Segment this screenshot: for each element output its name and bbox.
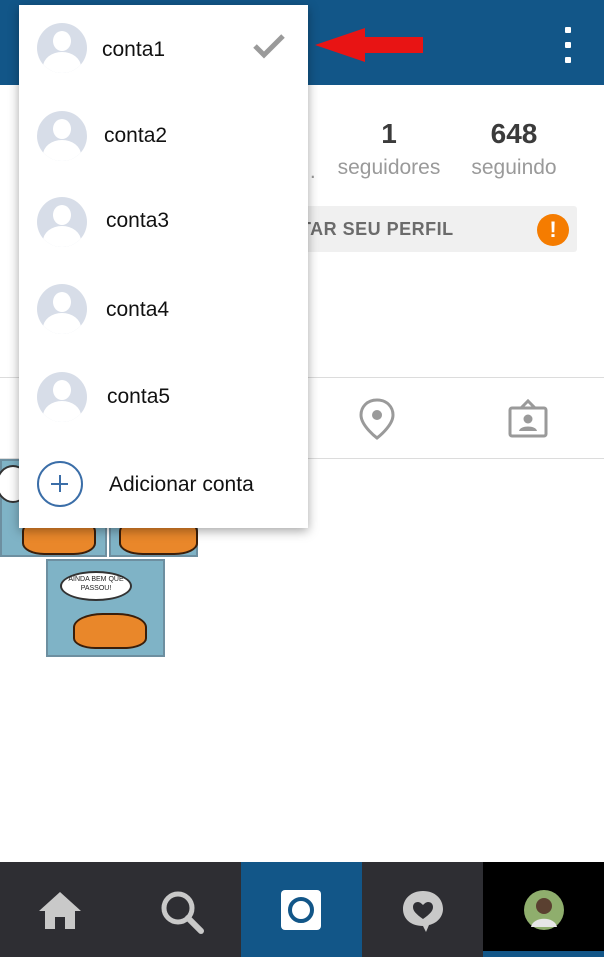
- nav-home[interactable]: [0, 862, 121, 957]
- more-vert-icon[interactable]: [562, 27, 574, 63]
- followers-count: 1: [381, 118, 397, 149]
- nav-camera[interactable]: [241, 862, 362, 957]
- checkmark-icon: [253, 34, 285, 59]
- default-avatar-icon: [37, 111, 87, 161]
- edit-profile-label: TAR SEU PERFIL: [300, 219, 454, 239]
- nav-search[interactable]: [121, 862, 242, 957]
- add-account-label: Adicionar conta: [109, 473, 254, 496]
- home-icon: [39, 892, 81, 929]
- annotation-arrow-icon: [315, 28, 423, 62]
- edit-profile-button[interactable]: TAR SEU PERFIL !: [300, 206, 577, 252]
- account-name: conta4: [106, 298, 170, 321]
- default-avatar-icon: [37, 284, 87, 334]
- account-name: conta2: [104, 124, 168, 147]
- followers-label: seguidores: [337, 156, 441, 179]
- location-pin-icon[interactable]: [358, 398, 396, 440]
- following-label: seguindo: [471, 156, 557, 179]
- followers-stat[interactable]: 1 seguidores: [330, 118, 448, 180]
- account-name: conta1: [102, 38, 166, 61]
- tagged-photos-icon[interactable]: [508, 399, 548, 439]
- add-circle-icon: [37, 461, 83, 507]
- account-name: conta5: [107, 385, 171, 408]
- active-tab-indicator: [483, 951, 604, 957]
- account-item-conta4[interactable]: conta4: [19, 266, 308, 353]
- profile-stats: .. 1 seguidores 648 seguindo: [300, 118, 604, 198]
- following-stat[interactable]: 648 seguindo: [460, 118, 568, 180]
- nav-profile[interactable]: [483, 862, 604, 957]
- search-icon: [161, 891, 204, 934]
- speech-bubble: AINDA BEM QUE PASSOU!: [60, 571, 132, 601]
- profile-avatar: [524, 890, 564, 930]
- default-avatar-icon: [37, 197, 87, 247]
- default-avatar-icon: [37, 23, 87, 73]
- nav-activity[interactable]: [362, 862, 483, 957]
- alert-icon: !: [537, 214, 569, 246]
- account-name: conta3: [106, 209, 170, 232]
- account-switcher-menu: conta1 conta2 conta3 conta4 conta5 Adici…: [19, 5, 308, 528]
- following-count: 648: [490, 118, 538, 149]
- camera-icon: [281, 890, 321, 930]
- activity-heart-icon: [403, 891, 443, 932]
- default-avatar-icon: [37, 372, 87, 422]
- bottom-navigation: [0, 862, 604, 957]
- add-account-button[interactable]: Adicionar conta: [19, 440, 308, 527]
- account-item-conta5[interactable]: conta5: [19, 353, 308, 440]
- account-item-conta2[interactable]: conta2: [19, 92, 308, 179]
- account-item-conta3[interactable]: conta3: [19, 179, 308, 266]
- post-thumbnail[interactable]: AINDA BEM QUE PASSOU!: [46, 559, 165, 657]
- account-item-conta1[interactable]: conta1: [19, 5, 308, 92]
